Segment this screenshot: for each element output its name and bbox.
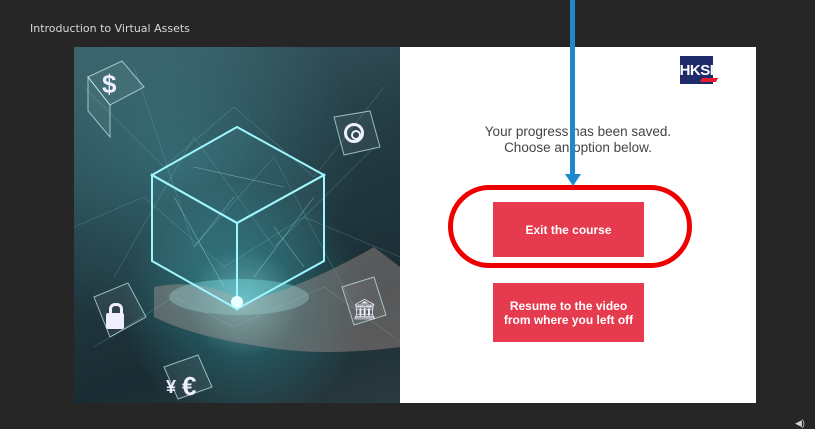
lock-icon bbox=[106, 303, 124, 329]
message-line1: Your progress has been saved. bbox=[484, 124, 672, 139]
dollar-icon: $ bbox=[102, 69, 117, 99]
hksi-logo: HKSI bbox=[679, 56, 719, 84]
target-icon bbox=[344, 123, 364, 143]
slide-content: $ 🏛 ¥ € HKSI Your progress has been save… bbox=[74, 47, 756, 403]
resume-label-line2: from where you left off bbox=[503, 312, 634, 327]
pointer-arrow-head bbox=[565, 174, 581, 186]
resume-video-button[interactable]: Resume to the video from where you left … bbox=[493, 283, 644, 342]
exit-course-button[interactable]: Exit the course bbox=[493, 202, 644, 257]
euro-icon: € bbox=[182, 371, 197, 401]
volume-icon[interactable]: ◀) bbox=[795, 419, 805, 428]
resume-button-label: Resume to the video from where you left … bbox=[504, 299, 633, 327]
pointer-arrow bbox=[570, 0, 575, 176]
message-line2: Choose an option below. bbox=[504, 140, 652, 155]
logo-accent bbox=[699, 78, 719, 82]
logo-text: HKSI bbox=[679, 61, 714, 79]
yen-icon: ¥ bbox=[166, 377, 177, 397]
hero-image: $ 🏛 ¥ € bbox=[74, 47, 400, 403]
progress-message: Your progress has been saved. Choose an … bbox=[400, 124, 756, 156]
course-title: Introduction to Virtual Assets bbox=[30, 22, 190, 35]
bank-icon: 🏛 bbox=[352, 299, 378, 321]
hero-illustration bbox=[74, 60, 400, 400]
resume-label-line1: Resume to the video bbox=[509, 298, 628, 313]
